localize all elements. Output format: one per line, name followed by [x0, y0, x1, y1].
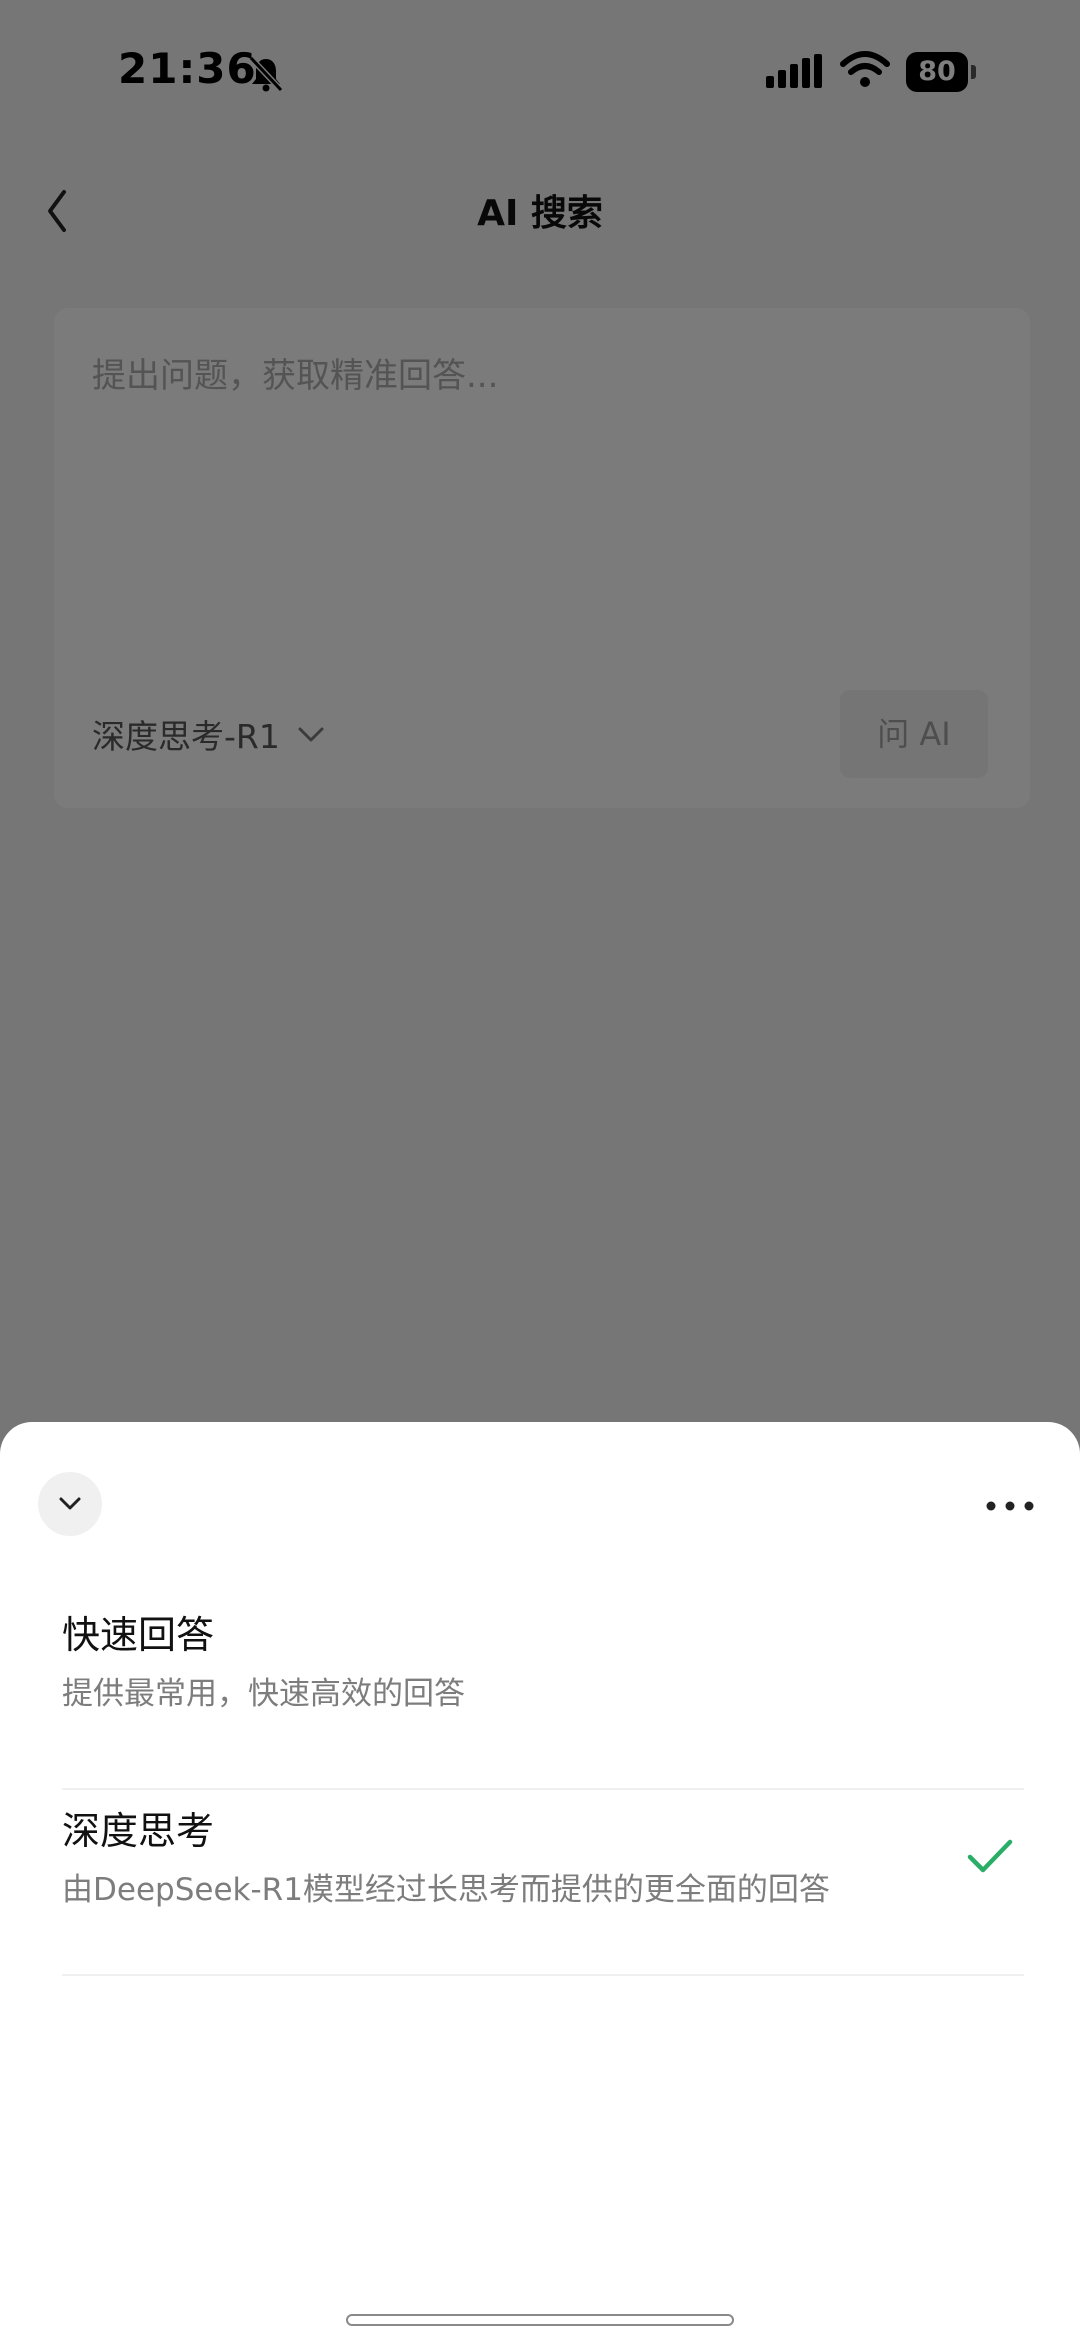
option-title: 深度思考 [62, 1809, 215, 1853]
option-deep-thinking[interactable]: 深度思考 由DeepSeek-R1模型经过长思考而提供的更全面的回答 [62, 1790, 1024, 1976]
home-indicator[interactable] [346, 2314, 734, 2326]
chevron-down-icon [59, 1497, 81, 1510]
collapse-sheet-button[interactable] [38, 1472, 102, 1536]
option-title: 快速回答 [62, 1613, 215, 1657]
option-description: 提供最常用，快速高效的回答 [62, 1676, 465, 1712]
more-options-button[interactable] [976, 1486, 1046, 1526]
option-quick-answer[interactable]: 快速回答 提供最常用，快速高效的回答 [62, 1604, 1024, 1790]
model-select-sheet: 快速回答 提供最常用，快速高效的回答 深度思考 由DeepSeek-R1模型经过… [0, 1422, 1080, 2346]
option-description: 由DeepSeek-R1模型经过长思考而提供的更全面的回答 [62, 1872, 830, 1908]
ellipsis-icon [986, 1501, 1034, 1511]
divider [62, 1974, 1024, 1976]
check-icon [967, 1839, 1013, 1873]
